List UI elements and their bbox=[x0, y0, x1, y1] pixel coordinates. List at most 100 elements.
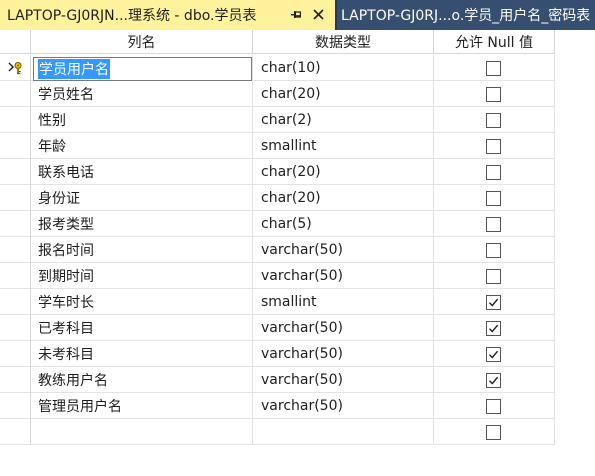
column-name-text: 学员姓名 bbox=[38, 87, 94, 103]
allow-null-cell bbox=[434, 419, 555, 445]
checkmark-icon bbox=[489, 376, 499, 385]
column-name-cell[interactable]: 性别 bbox=[31, 107, 253, 133]
allow-null-checkbox[interactable] bbox=[486, 346, 501, 362]
table-row[interactable]: 学车时长 smallint bbox=[0, 289, 555, 315]
data-type-cell[interactable]: char(2) bbox=[253, 107, 434, 133]
table-row[interactable]: 联系电话 char(20) bbox=[0, 159, 555, 185]
column-name-text: 报名时间 bbox=[38, 243, 94, 259]
column-name-text: 未考科目 bbox=[38, 347, 94, 363]
table-row[interactable]: 学员姓名 char(20) bbox=[0, 81, 555, 107]
column-header-name[interactable]: 列名 bbox=[31, 30, 253, 54]
row-selector[interactable] bbox=[0, 289, 31, 315]
column-name-cell[interactable]: 已考科目 bbox=[31, 315, 253, 341]
column-name-cell[interactable]: 学车时长 bbox=[31, 289, 253, 315]
document-tab-strip: LAPTOP-GJ0RJN...理系统 - dbo.学员表 LAPTOP-GJ0… bbox=[0, 0, 595, 30]
row-selector[interactable] bbox=[0, 211, 31, 237]
data-type-text: smallint bbox=[261, 294, 317, 310]
table-row[interactable]: 未考科目 varchar(50) bbox=[0, 341, 555, 367]
row-selector[interactable] bbox=[0, 237, 31, 263]
column-name-cell[interactable]: 报考类型 bbox=[31, 211, 253, 237]
allow-null-checkbox[interactable] bbox=[486, 242, 501, 258]
column-name-cell[interactable]: 管理员用户名 bbox=[31, 393, 253, 419]
data-type-cell[interactable]: varchar(50) bbox=[253, 367, 434, 393]
data-type-cell[interactable]: smallint bbox=[253, 133, 434, 159]
column-name-cell[interactable]: 到期时间 bbox=[31, 263, 253, 289]
allow-null-checkbox[interactable] bbox=[486, 112, 501, 128]
table-row[interactable]: 已考科目 varchar(50) bbox=[0, 315, 555, 341]
close-icon[interactable] bbox=[312, 8, 325, 21]
allow-null-checkbox[interactable] bbox=[486, 216, 501, 232]
row-selector[interactable] bbox=[0, 81, 31, 107]
data-type-cell[interactable]: smallint bbox=[253, 289, 434, 315]
table-row[interactable]: 报考类型 char(5) bbox=[0, 211, 555, 237]
table-row[interactable]: 报名时间 varchar(50) bbox=[0, 237, 555, 263]
row-selector[interactable] bbox=[0, 55, 31, 81]
data-type-cell[interactable]: varchar(50) bbox=[253, 237, 434, 263]
allow-null-checkbox[interactable] bbox=[486, 86, 501, 102]
table-row[interactable]: 身份证 char(20) bbox=[0, 185, 555, 211]
allow-null-cell bbox=[434, 341, 555, 367]
column-name-cell[interactable]: 联系电话 bbox=[31, 159, 253, 185]
row-selector-header bbox=[0, 30, 31, 54]
allow-null-checkbox[interactable] bbox=[486, 424, 501, 440]
column-name-cell[interactable]: 学员用户名 bbox=[31, 55, 253, 81]
table-row[interactable]: 学员用户名 char(10) bbox=[0, 55, 555, 81]
allow-null-checkbox[interactable] bbox=[486, 372, 501, 388]
column-name-cell[interactable]: 学员姓名 bbox=[31, 81, 253, 107]
table-row[interactable]: 管理员用户名 varchar(50) bbox=[0, 393, 555, 419]
row-selector[interactable] bbox=[0, 263, 31, 289]
column-header-allow-null[interactable]: 允许 Null 值 bbox=[434, 30, 555, 54]
table-row[interactable]: 性别 char(2) bbox=[0, 107, 555, 133]
data-type-cell[interactable]: char(5) bbox=[253, 211, 434, 237]
row-selector[interactable] bbox=[0, 107, 31, 133]
column-name-text: 学车时长 bbox=[38, 295, 94, 311]
tab-student-table[interactable]: LAPTOP-GJ0RJN...理系统 - dbo.学员表 bbox=[0, 0, 335, 30]
row-selector[interactable] bbox=[0, 315, 31, 341]
allow-null-checkbox[interactable] bbox=[486, 190, 501, 206]
row-selector[interactable] bbox=[0, 159, 31, 185]
data-type-cell[interactable]: char(20) bbox=[253, 159, 434, 185]
allow-null-checkbox[interactable] bbox=[486, 294, 501, 310]
data-type-cell[interactable]: varchar(50) bbox=[253, 315, 434, 341]
column-name-cell[interactable]: 身份证 bbox=[31, 185, 253, 211]
row-selector[interactable] bbox=[0, 367, 31, 393]
column-name-cell[interactable] bbox=[31, 419, 253, 445]
data-type-cell[interactable]: varchar(50) bbox=[253, 263, 434, 289]
column-name-cell[interactable]: 年龄 bbox=[31, 133, 253, 159]
checkmark-icon bbox=[489, 298, 499, 307]
column-name-text: 已考科目 bbox=[38, 321, 94, 337]
column-name-cell[interactable]: 未考科目 bbox=[31, 341, 253, 367]
allow-null-cell bbox=[434, 237, 555, 263]
data-type-text: varchar(50) bbox=[261, 268, 343, 284]
row-selector[interactable] bbox=[0, 133, 31, 159]
row-selector[interactable] bbox=[0, 341, 31, 367]
allow-null-checkbox[interactable] bbox=[486, 164, 501, 180]
allow-null-checkbox[interactable] bbox=[486, 320, 501, 336]
pin-icon[interactable] bbox=[290, 8, 302, 21]
row-selector[interactable] bbox=[0, 419, 31, 445]
column-header-type[interactable]: 数据类型 bbox=[253, 30, 434, 54]
data-type-cell[interactable]: char(20) bbox=[253, 185, 434, 211]
tab-student-password-table[interactable]: LAPTOP-GJ0RJ...o.学员_用户名_密码表 bbox=[337, 0, 595, 30]
allow-null-checkbox[interactable] bbox=[486, 60, 501, 76]
allow-null-checkbox[interactable] bbox=[486, 138, 501, 154]
allow-null-checkbox[interactable] bbox=[486, 398, 501, 414]
data-type-cell[interactable]: char(20) bbox=[253, 81, 434, 107]
column-name-cell[interactable]: 教练用户名 bbox=[31, 367, 253, 393]
allow-null-cell bbox=[434, 133, 555, 159]
allow-null-cell bbox=[434, 367, 555, 393]
data-type-cell[interactable]: varchar(50) bbox=[253, 341, 434, 367]
table-row[interactable]: 年龄 smallint bbox=[0, 133, 555, 159]
column-name-input[interactable]: 学员用户名 bbox=[33, 57, 252, 81]
row-selector[interactable] bbox=[0, 185, 31, 211]
data-type-cell[interactable] bbox=[253, 419, 434, 445]
table-row[interactable] bbox=[0, 419, 555, 445]
data-type-cell[interactable]: varchar(50) bbox=[253, 393, 434, 419]
table-row[interactable]: 教练用户名 varchar(50) bbox=[0, 367, 555, 393]
allow-null-checkbox[interactable] bbox=[486, 268, 501, 284]
data-type-cell[interactable]: char(10) bbox=[253, 55, 434, 81]
row-selector[interactable] bbox=[0, 393, 31, 419]
column-name-cell[interactable]: 报名时间 bbox=[31, 237, 253, 263]
data-type-text: varchar(50) bbox=[261, 372, 343, 388]
table-row[interactable]: 到期时间 varchar(50) bbox=[0, 263, 555, 289]
